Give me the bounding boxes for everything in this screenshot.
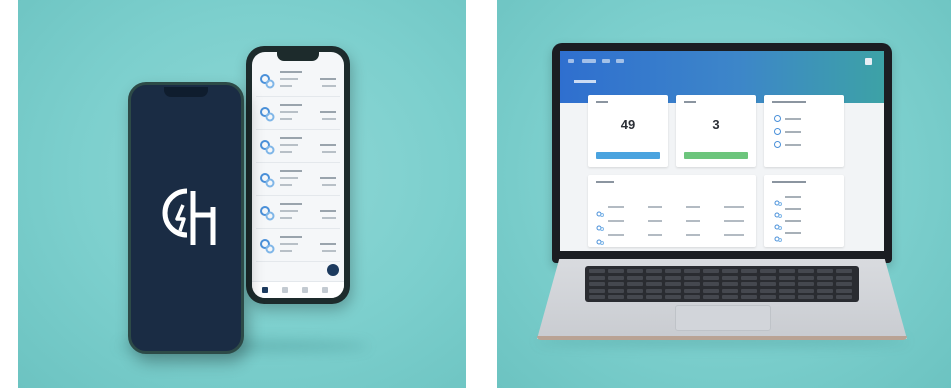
trackpad: [675, 305, 771, 331]
page-title: [574, 80, 596, 83]
back-phone-screen: [252, 52, 344, 298]
device-icon: [259, 73, 275, 89]
device-icon: [596, 204, 604, 217]
keyboard: [585, 266, 859, 302]
table-row: [596, 231, 748, 245]
device-icon: [259, 205, 275, 221]
list-item: [774, 141, 824, 149]
list-item: [774, 217, 824, 230]
stat-value: 49: [620, 117, 636, 132]
list-item: [256, 198, 340, 229]
avatar: [865, 58, 872, 65]
table-row: [596, 217, 748, 231]
list-item: [256, 165, 340, 196]
list-item: [774, 205, 824, 218]
list-item: [774, 193, 824, 206]
table-row: [596, 203, 748, 217]
dashboard-screen: 49 3: [560, 51, 884, 251]
add-button: [327, 264, 339, 276]
device-icon: [596, 232, 604, 245]
tab-bar: [252, 281, 344, 298]
device-icon: [259, 238, 275, 254]
phone-notch: [277, 52, 319, 61]
list-item: [256, 132, 340, 163]
side-list-card: [764, 95, 844, 167]
back-phone: [246, 46, 350, 304]
device-icon: [596, 218, 604, 231]
list-item: [256, 99, 340, 130]
nav-item: [582, 59, 596, 63]
stat-value: 3: [712, 117, 720, 132]
nav-item: [602, 59, 610, 63]
laptop-photo: 49 3: [497, 0, 951, 388]
device-icon: [259, 106, 275, 122]
menu-icon: [568, 59, 574, 63]
list-item: [256, 66, 340, 97]
front-phone: [128, 82, 244, 354]
stat-card: 3: [676, 95, 756, 167]
device-icon: [259, 139, 275, 155]
phones-photo: [18, 0, 466, 388]
stat-bar: [684, 152, 748, 159]
nav-item: [616, 59, 624, 63]
device-table-card: [588, 175, 756, 247]
stat-bar: [596, 152, 660, 159]
side-list-card: [764, 175, 844, 247]
list-item: [774, 229, 824, 242]
laptop-edge: [537, 336, 907, 340]
list-item: [774, 128, 824, 136]
brand-logo-icon: [162, 188, 216, 245]
phone-notch: [164, 87, 208, 97]
list-item: [256, 231, 340, 262]
device-icon: [259, 172, 275, 188]
laptop-lid: 49 3: [552, 43, 892, 263]
stat-card: 49: [588, 95, 668, 167]
list-item: [774, 115, 824, 123]
